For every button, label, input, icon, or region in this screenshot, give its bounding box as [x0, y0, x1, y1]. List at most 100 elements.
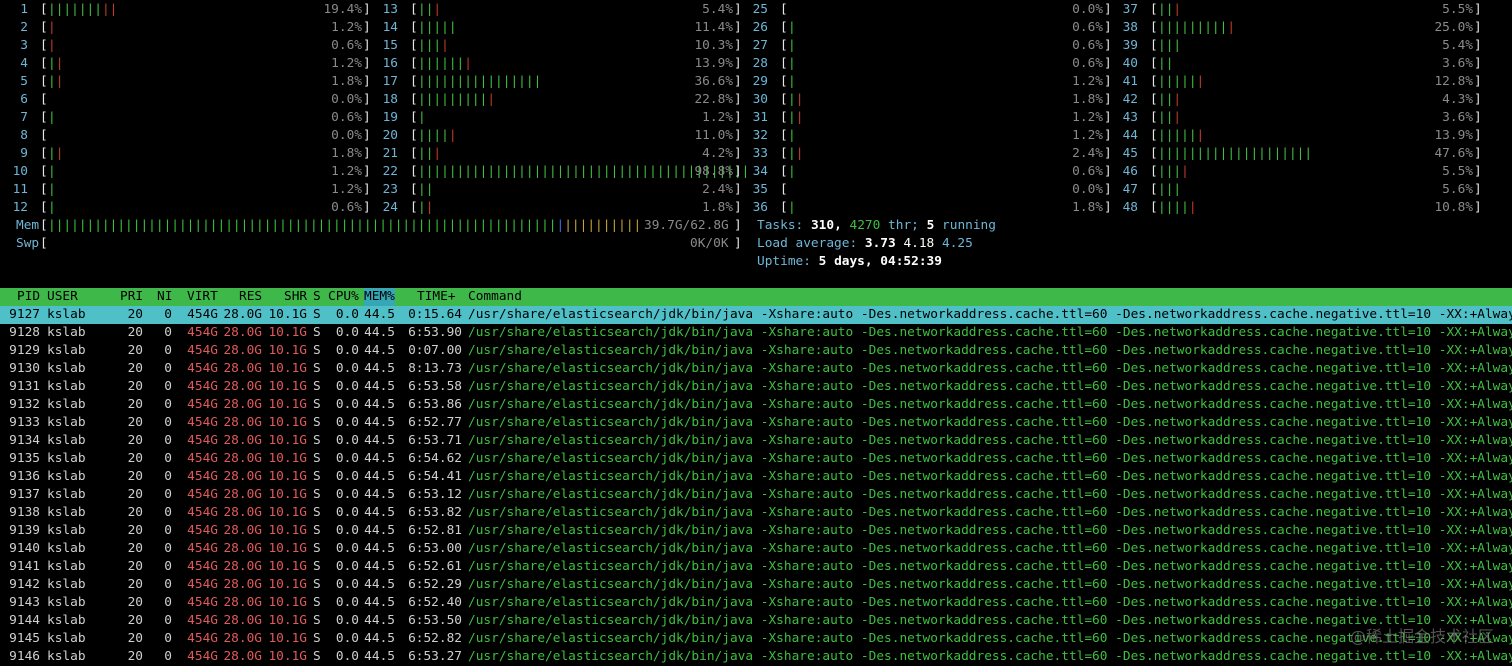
col-shr[interactable]: SHR	[284, 288, 307, 306]
col-mem[interactable]: MEM%	[364, 288, 395, 306]
proc-res: 28.0G	[223, 577, 262, 592]
mem-bar: ||||||||||||||||||||||||||||||||||||||||…	[48, 217, 644, 235]
process-row[interactable]: 9138 kslab 20 0 454G 28.0G 10.1G S 0.0 44.5 6:53.8…	[0, 504, 1512, 522]
col-cpu[interactable]: CPU%	[328, 288, 359, 306]
proc-user: kslab	[47, 415, 86, 430]
process-row[interactable]: 9130 kslab 20 0 454G 28.0G 10.1G S 0.0 44.5 8:13.7…	[0, 360, 1512, 378]
swp-label: Swp	[16, 236, 40, 251]
cpu-percent: 4.3%	[1442, 92, 1473, 107]
col-time[interactable]: TIME+	[417, 288, 456, 306]
proc-shr: 10.1G	[268, 613, 307, 628]
proc-s: S	[313, 541, 321, 556]
proc-shr: 10.1G	[268, 469, 307, 484]
proc-mem: 44.5	[364, 559, 395, 574]
cpu-user-bars: |||||	[1158, 74, 1197, 89]
uptime-label: Uptime:	[757, 254, 811, 269]
process-row[interactable]: 9131 kslab 20 0 454G 28.0G 10.1G S 0.0 44.5 6:53.5…	[0, 378, 1512, 396]
proc-res: 28.0G	[223, 559, 262, 574]
process-row[interactable]: 9137 kslab 20 0 454G 28.0G 10.1G S 0.0 44.5 6:53.1…	[0, 486, 1512, 504]
process-row[interactable]: 9132 kslab 20 0 454G 28.0G 10.1G S 0.0 44.5 6:53.8…	[0, 396, 1512, 414]
proc-res: 28.0G	[223, 361, 262, 376]
cpu-number: 43	[1122, 110, 1138, 125]
cpu-bracket-open: [	[1150, 200, 1158, 215]
process-row[interactable]: 9133 kslab 20 0 454G 28.0G 10.1G S 0.0 44.5 6:52.7…	[0, 414, 1512, 432]
load-line: Load average: 3.73 4.18 4.25	[757, 235, 973, 253]
process-row[interactable]: 9136 kslab 20 0 454G 28.0G 10.1G S 0.0 44.5 6:54.4…	[0, 468, 1512, 486]
cpu-usage-bar: ||||||||||||||||||||	[1158, 145, 1312, 163]
proc-user: kslab	[47, 343, 86, 358]
mem-label: Mem	[16, 218, 40, 233]
proc-cpu: 0.0	[335, 523, 359, 538]
cpu-meter: 42[||| 4.3%]	[0, 91, 1512, 109]
proc-s: S	[313, 559, 321, 574]
cpu-number: 44	[1122, 128, 1138, 143]
process-row[interactable]: 9141 kslab 20 0 454G 28.0G 10.1G S 0.0 44.5 6:52.6…	[0, 558, 1512, 576]
tasks-count: 310,	[810, 218, 842, 233]
proc-user: kslab	[47, 613, 86, 628]
proc-pri: 20	[127, 325, 143, 340]
col-res[interactable]: RES	[239, 288, 262, 306]
proc-pid: 9132	[9, 397, 40, 412]
proc-pri: 20	[127, 361, 143, 376]
proc-virt: 454G	[187, 451, 218, 466]
proc-res: 28.0G	[223, 649, 262, 664]
proc-mem: 44.5	[364, 379, 395, 394]
cpu-bracket-open: [	[1150, 92, 1158, 107]
cpu-meter: 37[||| 5.5%]	[0, 1, 1512, 19]
proc-command: /usr/share/elasticsearch/jdk/bin/java -X…	[468, 541, 1512, 556]
proc-pri: 20	[127, 415, 143, 430]
proc-ni: 0	[164, 361, 172, 376]
cpu-number: 42	[1122, 92, 1138, 107]
process-row[interactable]: 9134 kslab 20 0 454G 28.0G 10.1G S 0.0 44.5 6:53.7…	[0, 432, 1512, 450]
cpu-number: 39	[1122, 38, 1138, 53]
proc-command: /usr/share/elasticsearch/jdk/bin/java -X…	[468, 343, 1512, 358]
col-s[interactable]: S	[313, 288, 321, 306]
proc-user: kslab	[47, 595, 86, 610]
process-row[interactable]: 9143 kslab 20 0 454G 28.0G 10.1G S 0.0 44.5 6:52.4…	[0, 594, 1512, 612]
process-row[interactable]: 9139 kslab 20 0 454G 28.0G 10.1G S 0.0 44.5 6:52.8…	[0, 522, 1512, 540]
process-row[interactable]: 9145 kslab 20 0 454G 28.0G 10.1G S 0.0 44.5 6:52.8…	[0, 630, 1512, 648]
process-row[interactable]: 9128 kslab 20 0 454G 28.0G 10.1G S 0.0 44.5 6:53.9…	[0, 324, 1512, 342]
col-user[interactable]: USER	[47, 288, 78, 306]
process-row[interactable]: 9144 kslab 20 0 454G 28.0G 10.1G S 0.0 44.5 6:53.5…	[0, 612, 1512, 630]
proc-command: /usr/share/elasticsearch/jdk/bin/java -X…	[468, 523, 1512, 538]
proc-pri: 20	[127, 505, 143, 520]
proc-virt: 454G	[187, 433, 218, 448]
proc-cpu: 0.0	[335, 325, 359, 340]
proc-res: 28.0G	[223, 433, 262, 448]
proc-res: 28.0G	[223, 397, 262, 412]
col-pid[interactable]: PID	[17, 288, 40, 306]
col-pri[interactable]: PRI	[120, 288, 143, 306]
proc-virt: 454G	[187, 469, 218, 484]
proc-cpu: 0.0	[335, 613, 359, 628]
proc-pid: 9128	[9, 325, 40, 340]
proc-pri: 20	[127, 343, 143, 358]
cpu-bracket-open: [	[1150, 74, 1158, 89]
process-row[interactable]: 9140 kslab 20 0 454G 28.0G 10.1G S 0.0 44.5 6:53.0…	[0, 540, 1512, 558]
proc-cpu: 0.0	[335, 433, 359, 448]
process-row[interactable]: 9135 kslab 20 0 454G 28.0G 10.1G S 0.0 44.5 6:54.6…	[0, 450, 1512, 468]
col-virt[interactable]: VIRT	[187, 288, 218, 306]
proc-mem: 44.5	[364, 595, 395, 610]
proc-time: 6:53.50	[408, 613, 462, 628]
proc-pri: 20	[127, 397, 143, 412]
proc-user: kslab	[47, 631, 86, 646]
cpu-number: 41	[1122, 74, 1138, 89]
cpu-user-bars: |||	[1158, 182, 1182, 197]
proc-virt: 454G	[187, 307, 218, 322]
process-row[interactable]: 9146 kslab 20 0 454G 28.0G 10.1G S 0.0 44.5 6:53.2…	[0, 648, 1512, 666]
proc-command: /usr/share/elasticsearch/jdk/bin/java -X…	[468, 505, 1512, 520]
cpu-meter: 48[||||| 10.8%]	[0, 199, 1512, 217]
col-ni[interactable]: NI	[157, 288, 172, 306]
cpu-user-bars: |||||	[1158, 128, 1197, 143]
process-row[interactable]: 9129 kslab 20 0 454G 28.0G 10.1G S 0.0 44.5 0:07.0…	[0, 342, 1512, 360]
uptime-line: Uptime: 5 days, 04:52:39	[757, 253, 942, 271]
proc-mem: 44.5	[364, 523, 395, 538]
proc-time: 6:53.12	[408, 487, 462, 502]
proc-virt: 454G	[187, 505, 218, 520]
proc-s: S	[313, 613, 321, 628]
process-row[interactable]: 9142 kslab 20 0 454G 28.0G 10.1G S 0.0 44.5 6:52.2…	[0, 576, 1512, 594]
cpu-bracket-close: ]	[1474, 182, 1482, 197]
process-row[interactable]: 9127 kslab 20 0 454G 28.0G 10.1G S 0.0 44.5 0:15.6…	[0, 306, 1512, 324]
col-command[interactable]: Command	[468, 288, 522, 306]
